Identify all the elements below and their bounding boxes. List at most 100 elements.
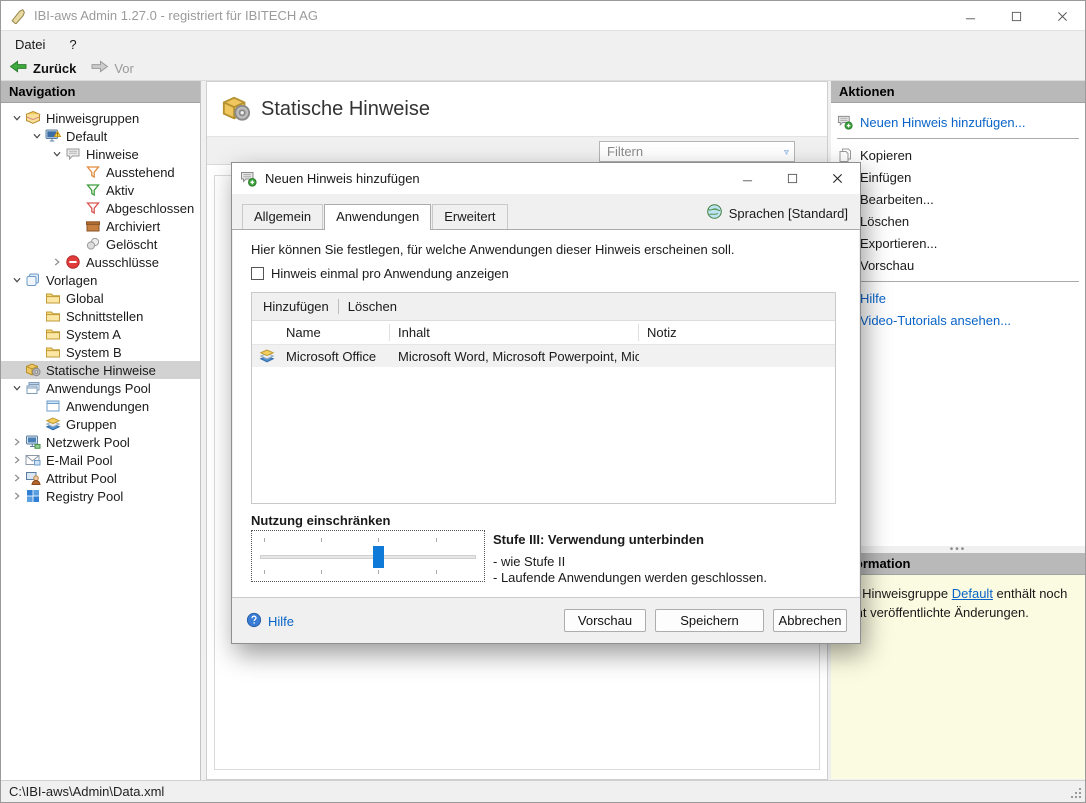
information-panel: ••• Information Die Hinweisgruppe Defaul… — [831, 546, 1085, 779]
chevron-right-icon[interactable] — [9, 488, 25, 504]
folder-icon — [45, 326, 61, 342]
action-vorschau[interactable]: Vorschau — [831, 254, 1085, 276]
filter-funnel-icon[interactable] — [783, 144, 790, 160]
column-header-name[interactable]: Name — [278, 324, 390, 341]
static-hints-gear-icon — [221, 94, 251, 124]
dialog-maximize-button[interactable] — [770, 163, 815, 194]
separator — [837, 138, 1079, 139]
dialog-minimize-button[interactable] — [725, 163, 770, 194]
tree-item-default[interactable]: Default — [1, 127, 200, 145]
actions-header: Aktionen — [831, 81, 1085, 103]
tree-item-attribut-pool[interactable]: Attribut Pool — [1, 469, 200, 487]
back-button[interactable]: Zurück — [9, 59, 76, 77]
dialog-close-button[interactable] — [815, 163, 860, 194]
chevron-down-icon[interactable] — [9, 272, 25, 288]
dialog-description: Hier können Sie festlegen, für welche An… — [251, 242, 734, 257]
tab-anwendungen[interactable]: Anwendungen — [324, 204, 431, 230]
column-header-inhalt[interactable]: Inhalt — [390, 324, 639, 341]
tab-allgemein[interactable]: Allgemein — [242, 204, 323, 229]
network-monitor-icon — [25, 434, 41, 450]
funnel-orange-icon — [85, 164, 101, 180]
action-kopieren[interactable]: Kopieren — [831, 144, 1085, 166]
add-application-button[interactable]: Hinzufügen — [263, 299, 329, 314]
maximize-button[interactable] — [993, 1, 1039, 31]
action-exportieren[interactable]: Exportieren... — [831, 232, 1085, 254]
restriction-slider[interactable] — [251, 530, 485, 582]
once-per-app-option[interactable]: Hinweis einmal pro Anwendung anzeigen — [251, 266, 509, 281]
chevron-down-icon[interactable] — [9, 380, 25, 396]
action-add-hint[interactable]: Neuen Hinweis hinzufügen... — [831, 111, 1085, 133]
action-video-tutorials[interactable]: Video-Tutorials ansehen... — [831, 309, 1085, 331]
tree-item-system-a[interactable]: System A — [1, 325, 200, 343]
table-row-microsoft-office[interactable]: Microsoft Office Microsoft Word, Microso… — [252, 345, 835, 367]
chevron-right-icon[interactable] — [49, 254, 65, 270]
tree-item-registry-pool[interactable]: Registry Pool — [1, 487, 200, 505]
menu-datei[interactable]: Datei — [5, 34, 55, 55]
menu-help[interactable]: ? — [59, 34, 86, 55]
tree-item-vorlagen[interactable]: Vorlagen — [1, 271, 200, 289]
application-window-icon — [45, 398, 61, 414]
chevron-down-icon[interactable] — [29, 128, 45, 144]
tree-item-gruppen[interactable]: Gruppen — [1, 415, 200, 433]
preview-button[interactable]: Vorschau — [564, 609, 646, 632]
tree-item-statische-hinweise[interactable]: Statische Hinweise — [1, 361, 200, 379]
close-button[interactable] — [1039, 1, 1085, 31]
default-group-link[interactable]: Default — [952, 586, 993, 601]
titlebar: IBI-aws Admin 1.27.0 - registriert für I… — [1, 1, 1085, 31]
minimize-button[interactable] — [947, 1, 993, 31]
panel-splitter-handle[interactable]: ••• — [831, 546, 1085, 553]
add-note-icon — [240, 170, 257, 187]
tree-item-global[interactable]: Global — [1, 289, 200, 307]
action-einfuegen[interactable]: Einfügen — [831, 166, 1085, 188]
folder-icon — [45, 308, 61, 324]
tree-item-aktiv[interactable]: Aktiv — [1, 181, 200, 199]
restriction-level-title: Stufe III: Verwendung unterbinden — [493, 532, 704, 547]
languages-button[interactable]: Sprachen [Standard] — [706, 203, 848, 223]
chevron-down-icon[interactable] — [49, 146, 65, 162]
copy-icon — [837, 147, 853, 163]
statusbar: C:\IBI-aws\Admin\Data.xml — [1, 780, 1085, 802]
group-diamond-icon — [259, 348, 275, 364]
action-hilfe[interactable]: Hilfe — [831, 287, 1085, 309]
tree-item-ausschluesse[interactable]: Ausschlüsse — [1, 253, 200, 271]
forward-arrow-icon — [90, 59, 109, 77]
tree-item-anwendungen[interactable]: Anwendungen — [1, 397, 200, 415]
slider-track[interactable] — [260, 555, 476, 559]
tree-item-anwendungs-pool[interactable]: Anwendungs Pool — [1, 379, 200, 397]
deleted-icon — [85, 236, 101, 252]
column-header-notiz[interactable]: Notiz — [639, 324, 835, 341]
checkbox-unchecked[interactable] — [251, 267, 264, 280]
forward-button[interactable]: Vor — [90, 59, 134, 77]
filter-input[interactable] — [600, 143, 783, 160]
delete-application-button[interactable]: Löschen — [348, 299, 397, 314]
applications-groupbox: Hinzufügen Löschen Name Inhalt Notiz Mic… — [251, 292, 836, 504]
tree-item-schnittstellen[interactable]: Schnittstellen — [1, 307, 200, 325]
navigation-tree: Hinweisgruppen Default Hinweise Ausstehe… — [1, 103, 200, 505]
exclude-minus-icon — [65, 254, 81, 270]
tree-item-geloescht[interactable]: Gelöscht — [1, 235, 200, 253]
tree-item-hinweisgruppen[interactable]: Hinweisgruppen — [1, 109, 200, 127]
chevron-right-icon[interactable] — [9, 470, 25, 486]
tree-item-system-b[interactable]: System B — [1, 343, 200, 361]
tab-erweitert[interactable]: Erweitert — [432, 204, 507, 229]
tree-item-netzwerk-pool[interactable]: Netzwerk Pool — [1, 433, 200, 451]
action-loeschen[interactable]: Löschen — [831, 210, 1085, 232]
save-button[interactable]: Speichern — [655, 609, 764, 632]
tree-item-ausstehend[interactable]: Ausstehend — [1, 163, 200, 181]
app-pool-icon — [25, 380, 41, 396]
tree-item-archiviert[interactable]: Archiviert — [1, 217, 200, 235]
tree-item-abgeschlossen[interactable]: Abgeschlossen — [1, 199, 200, 217]
chevron-right-icon[interactable] — [9, 434, 25, 450]
slider-thumb[interactable] — [373, 546, 384, 568]
funnel-green-icon — [85, 182, 101, 198]
action-bearbeiten[interactable]: Bearbeiten... — [831, 188, 1085, 210]
add-hint-dialog: Neuen Hinweis hinzufügen Allgemein Anwen… — [231, 162, 861, 644]
resize-grip[interactable] — [1069, 786, 1083, 800]
chevron-right-icon[interactable] — [9, 452, 25, 468]
chevron-down-icon[interactable] — [9, 110, 25, 126]
dialog-help-link[interactable]: Hilfe — [246, 612, 294, 631]
cancel-button[interactable]: Abbrechen — [773, 609, 847, 632]
tree-item-hinweise[interactable]: Hinweise — [1, 145, 200, 163]
folder-icon — [45, 344, 61, 360]
tree-item-email-pool[interactable]: E-Mail Pool — [1, 451, 200, 469]
